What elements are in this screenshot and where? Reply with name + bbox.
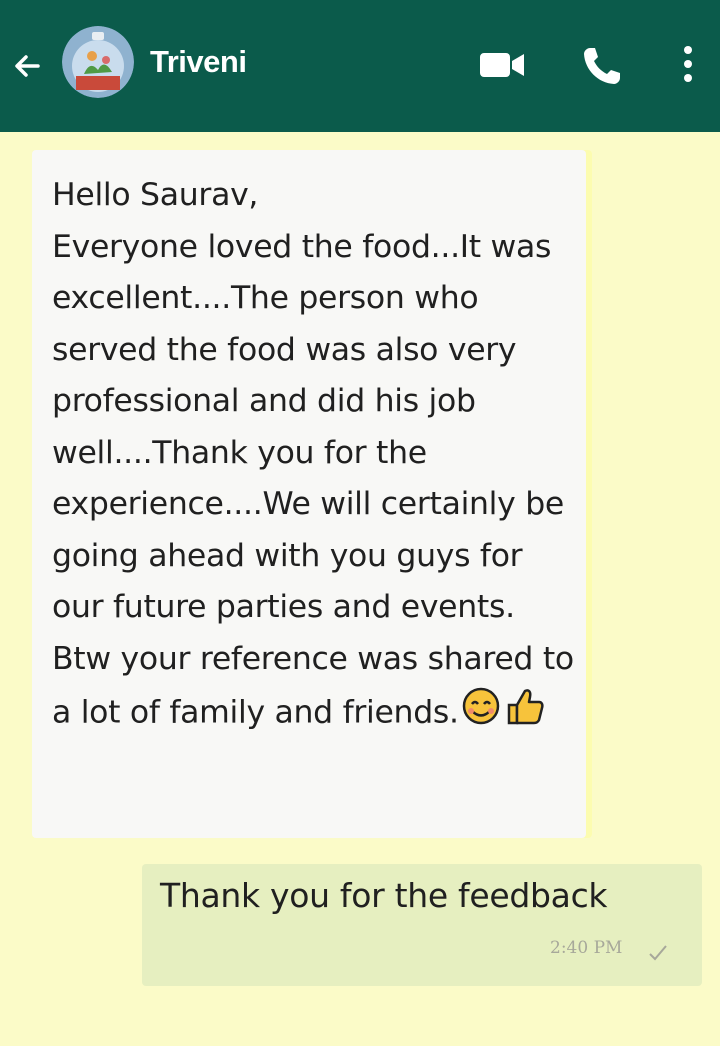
- phone-icon[interactable]: [580, 44, 624, 88]
- incoming-message-text: Hello Saurav, Everyone loved the food...…: [52, 170, 582, 742]
- contact-name[interactable]: Triveni: [150, 44, 247, 80]
- contact-avatar[interactable]: [62, 26, 134, 98]
- message-emojis: [459, 685, 547, 742]
- thumbs-up-emoji: [507, 689, 544, 725]
- outgoing-message-text: Thank you for the feedback: [160, 876, 608, 915]
- smiling-face-emoji: [462, 687, 499, 725]
- single-tick-icon: [649, 945, 667, 961]
- more-options-icon[interactable]: [676, 42, 700, 86]
- incoming-message-body: Hello Saurav, Everyone loved the food...…: [52, 177, 574, 731]
- video-call-icon[interactable]: [478, 48, 528, 82]
- chat-header: Triveni: [0, 0, 720, 132]
- back-arrow-icon[interactable]: [8, 46, 48, 86]
- message-timestamp: 2:40 PM: [550, 938, 623, 958]
